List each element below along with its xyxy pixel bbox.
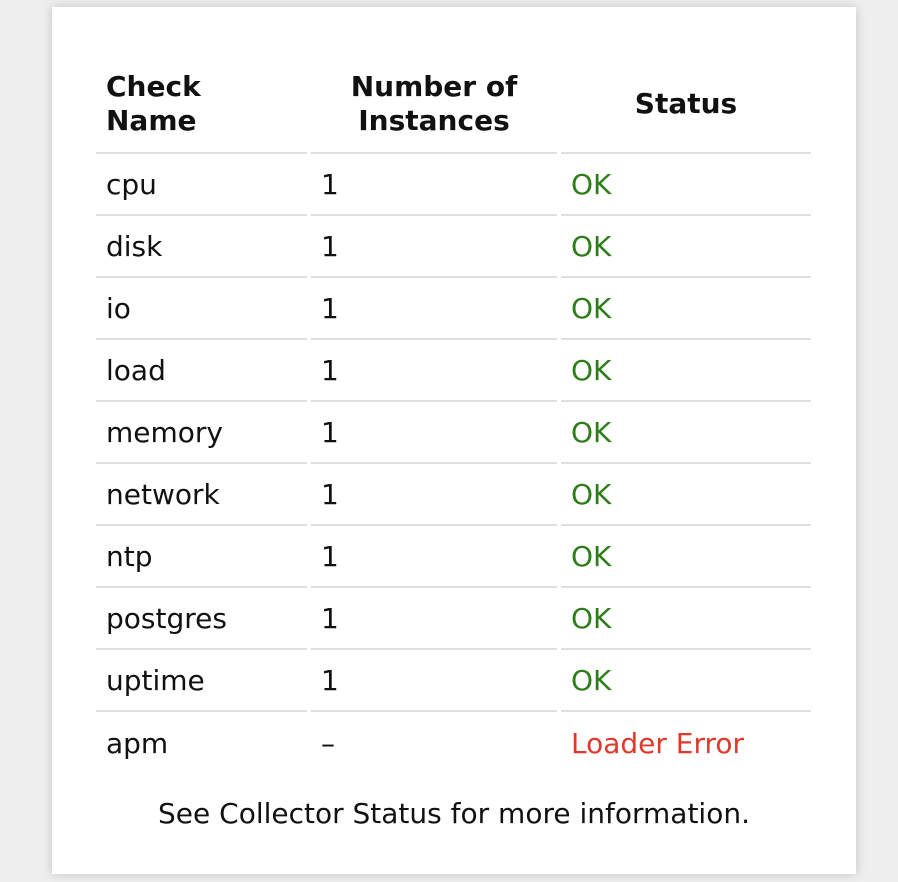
checks-card: Check Name Number of Instances Status cp…	[52, 7, 856, 874]
table-header-row: Check Name Number of Instances Status	[96, 55, 811, 154]
table-row: cpu 1 OK	[96, 154, 811, 216]
check-name-cell: load	[96, 340, 307, 402]
table-row: memory 1 OK	[96, 402, 811, 464]
instances-cell: 1	[311, 216, 557, 278]
status-cell: OK	[561, 588, 811, 650]
instances-cell: 1	[311, 340, 557, 402]
check-name-cell: memory	[96, 402, 307, 464]
check-name-cell: io	[96, 278, 307, 340]
status-cell: OK	[561, 278, 811, 340]
status-cell: OK	[561, 216, 811, 278]
instances-cell: 1	[311, 464, 557, 526]
status-cell: OK	[561, 402, 811, 464]
table-row: ntp 1 OK	[96, 526, 811, 588]
instances-cell: 1	[311, 526, 557, 588]
instances-cell: 1	[311, 402, 557, 464]
check-name-cell: cpu	[96, 154, 307, 216]
header-status: Status	[561, 55, 811, 154]
check-name-cell: network	[96, 464, 307, 526]
instances-cell: –	[321, 726, 335, 760]
check-name-cell: postgres	[96, 588, 307, 650]
status-cell: OK	[561, 526, 811, 588]
instances-cell: 1	[311, 154, 557, 216]
table-row: apm – Loader Error	[96, 712, 811, 774]
table-row: load 1 OK	[96, 340, 811, 402]
status-cell: OK	[561, 154, 811, 216]
header-instances-line2: Instances	[358, 103, 510, 137]
check-name-cell: ntp	[96, 526, 307, 588]
header-check-name: Check Name	[96, 55, 307, 154]
checks-table: Check Name Number of Instances Status cp…	[92, 55, 815, 774]
status-cell: OK	[561, 464, 811, 526]
header-instances-line1: Number of	[350, 69, 518, 103]
check-name-cell: disk	[96, 216, 307, 278]
instances-cell: 1	[311, 650, 557, 712]
check-name-cell: apm	[106, 726, 169, 760]
table-row: network 1 OK	[96, 464, 811, 526]
check-name-cell: uptime	[96, 650, 307, 712]
table-row: disk 1 OK	[96, 216, 811, 278]
collector-status-note: See Collector Status for more informatio…	[158, 797, 750, 830]
header-number-of-instances: Number of Instances	[311, 55, 557, 154]
instances-cell: 1	[311, 278, 557, 340]
table-row: io 1 OK	[96, 278, 811, 340]
status-cell: Loader Error	[571, 726, 745, 760]
instances-cell: 1	[311, 588, 557, 650]
table-row: postgres 1 OK	[96, 588, 811, 650]
table-row: uptime 1 OK	[96, 650, 811, 712]
status-cell: OK	[561, 650, 811, 712]
status-cell: OK	[561, 340, 811, 402]
